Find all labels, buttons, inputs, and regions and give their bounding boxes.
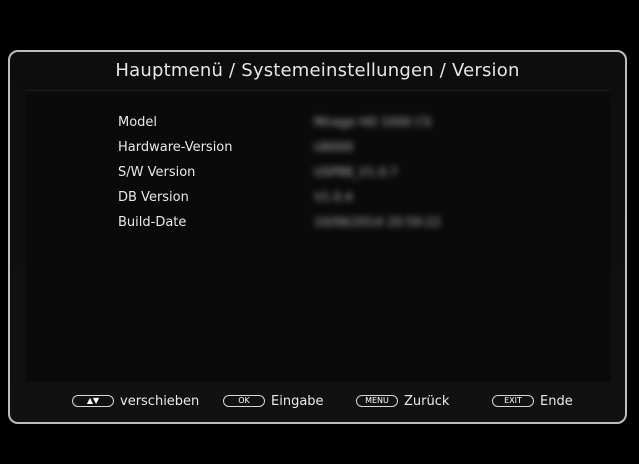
info-label-hardware-version: Hardware-Version: [118, 139, 233, 155]
info-row-hardware-version: Hardware-Version U6000: [118, 136, 353, 158]
info-value-model: Mirage HD 1000 CS: [314, 115, 432, 129]
tv-screen: Hauptmenü / Systemeinstellungen / Versio…: [0, 0, 639, 464]
hint-exit: EXIT Ende: [492, 390, 573, 412]
exit-key-icon: EXIT: [492, 395, 534, 407]
hint-ok-label: Eingabe: [271, 393, 324, 409]
ok-key-icon: OK: [223, 395, 265, 407]
hint-menu-label: Zurück: [404, 393, 450, 409]
info-label-build-date: Build-Date: [118, 214, 187, 230]
info-value-sw-version: USP88_V1.0.7: [314, 165, 398, 179]
version-info-panel: Model Mirage HD 1000 CS Hardware-Version…: [26, 93, 611, 382]
hint-move: ▲▼ verschieben: [72, 390, 199, 412]
info-label-db-version: DB Version: [118, 189, 189, 205]
page-title: Hauptmenü / Systemeinstellungen / Versio…: [115, 60, 520, 81]
info-row-db-version: DB Version V1.0.4: [118, 186, 353, 208]
hint-ok: OK Eingabe: [223, 390, 324, 412]
info-label-sw-version: S/W Version: [118, 164, 196, 180]
title-divider: [26, 90, 609, 91]
hint-exit-label: Ende: [540, 393, 573, 409]
info-value-build-date: 10/06/2014 20:59:22: [314, 215, 441, 229]
menu-window: Hauptmenü / Systemeinstellungen / Versio…: [8, 50, 627, 424]
footer-hints: ▲▼ verschieben OK Eingabe MENU Zurück EX…: [10, 390, 625, 412]
info-row-build-date: Build-Date 10/06/2014 20:59:22: [118, 211, 441, 233]
info-value-db-version: V1.0.4: [314, 190, 353, 204]
arrow-keys-icon: ▲▼: [72, 395, 114, 407]
menu-key-icon: MENU: [356, 395, 398, 407]
info-row-sw-version: S/W Version USP88_V1.0.7: [118, 161, 398, 183]
info-label-model: Model: [118, 114, 158, 130]
info-value-hardware-version: U6000: [314, 140, 354, 154]
hint-move-label: verschieben: [120, 393, 200, 409]
info-row-model: Model Mirage HD 1000 CS: [118, 111, 431, 133]
hint-menu: MENU Zurück: [356, 390, 449, 412]
